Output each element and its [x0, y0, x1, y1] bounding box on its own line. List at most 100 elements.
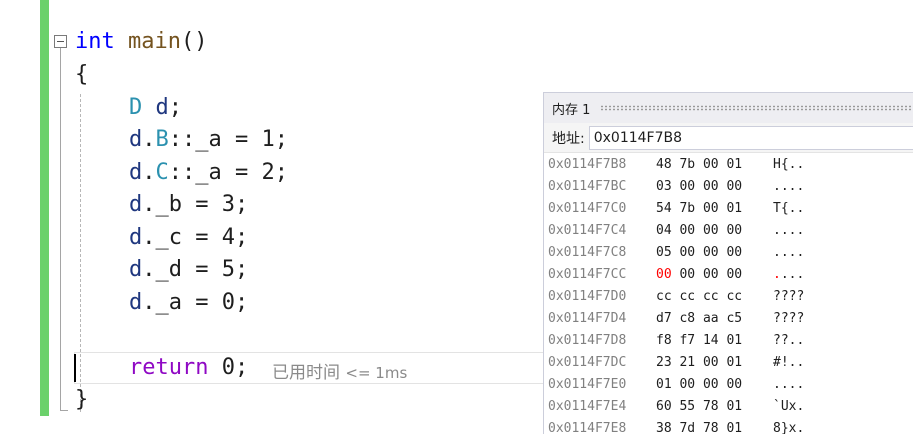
close-brace: }	[75, 387, 89, 412]
memory-address-bar: 地址:	[544, 123, 913, 153]
memory-ascii: T{..	[773, 201, 805, 216]
parens: ()	[180, 29, 208, 54]
address-label: 地址:	[552, 130, 585, 147]
memory-bytes: 01 00 00 00	[656, 377, 743, 392]
memory-bytes: d7 c8 aa c5	[656, 311, 743, 326]
perf-tip-value: <= 1ms	[345, 364, 408, 382]
member-dot: .	[142, 160, 156, 185]
code-line-signature: int main()	[75, 26, 207, 58]
changed-ascii-char: .	[773, 267, 781, 282]
memory-bytes: cc cc cc cc	[656, 289, 743, 304]
variable-name: d	[155, 95, 169, 120]
memory-address: 0x0114F7C4	[548, 223, 627, 238]
memory-bytes: 00 00 00 00	[656, 267, 743, 282]
memory-address: 0x0114F7E8	[548, 421, 627, 434]
memory-bytes: f8 f7 14 01	[656, 333, 743, 348]
assignment-text: ::_a = 1;	[168, 127, 288, 152]
memory-address: 0x0114F7C0	[548, 201, 627, 216]
memory-window-titlebar[interactable]: 内存 1	[544, 93, 913, 123]
keyword-int: int	[75, 29, 115, 54]
outline-fold-line	[60, 48, 61, 411]
outline-fold-end	[60, 410, 68, 411]
assignment-text: ._c = 4;	[142, 225, 249, 250]
memory-ascii: ????	[773, 289, 805, 304]
variable-name: d	[129, 160, 143, 185]
member-dot: .	[142, 127, 156, 152]
memory-row: 0x0114F7E0 01 00 00 00....	[544, 374, 913, 396]
code-line-return: return 0;	[129, 352, 248, 384]
open-brace: {	[75, 62, 89, 87]
memory-row: 0x0114F7BC 03 00 00 00....	[544, 176, 913, 198]
assignment-text: ._d = 5;	[142, 257, 249, 282]
memory-ascii: ????	[773, 311, 805, 326]
memory-row: 0x0114F7E4 60 55 78 01 `Ux.	[544, 396, 913, 418]
memory-bytes: 54 7b 00 01	[656, 201, 743, 216]
semicolon: ;	[168, 95, 182, 120]
memory-address: 0x0114F7CC	[548, 267, 627, 282]
perf-tip[interactable]: 已用时间 <= 1ms	[272, 358, 407, 383]
memory-bytes: 60 55 78 01	[656, 399, 743, 414]
memory-row: 0x0114F7D8 f8 f7 14 01??..	[544, 330, 913, 352]
memory-row: 0x0114F7DC 23 21 00 01 #!..	[544, 352, 913, 374]
code-line-open-brace: {	[75, 59, 88, 91]
memory-window[interactable]: 内存 1 地址: 0x0114F7B8 48 7b 00 01 H{.. 0x011…	[543, 92, 913, 434]
assignment-text: ._b = 3;	[142, 192, 249, 217]
memory-bytes: 05 00 00 00	[656, 245, 743, 260]
memory-ascii: #!..	[773, 355, 805, 370]
memory-row: 0x0114F7B8 48 7b 00 01 H{..	[544, 154, 913, 176]
code-line-assign-c-member: d._c = 4;	[129, 222, 248, 254]
memory-rows[interactable]: 0x0114F7B8 48 7b 00 01 H{.. 0x0114F7BC 03 0…	[544, 154, 913, 434]
memory-ascii: ??..	[773, 333, 805, 348]
variable-name: d	[129, 192, 143, 217]
memory-bytes: 38 7d 78 01	[656, 421, 743, 434]
type-name: C	[155, 160, 169, 185]
memory-address: 0x0114F7C8	[548, 245, 627, 260]
variable-name: d	[129, 257, 143, 282]
memory-address: 0x0114F7B8	[548, 157, 627, 172]
text-caret	[74, 354, 76, 382]
code-line-assign-c: d.C::_a = 2;	[129, 157, 288, 189]
memory-ascii: ....	[773, 179, 805, 194]
keyword-return: return	[129, 355, 209, 380]
memory-window-title: 内存 1	[552, 102, 591, 118]
memory-row: 0x0114F7D4 d7 c8 aa c5????	[544, 308, 913, 330]
code-line-assign-b: d.B::_a = 1;	[129, 124, 288, 156]
memory-row-changed: 0x0114F7CC 00 00 00 00....	[544, 264, 913, 286]
code-line-assign-d-member: d._d = 5;	[129, 254, 248, 286]
change-tracking-bar	[40, 0, 49, 416]
memory-row: 0x0114F7C0 54 7b 00 01 T{..	[544, 198, 913, 220]
memory-row: 0x0114F7C4 04 00 00 00....	[544, 220, 913, 242]
code-line-assign-a-member: d._a = 0;	[129, 287, 248, 319]
collapse-icon[interactable]	[54, 35, 67, 48]
memory-bytes: 48 7b 00 01	[656, 157, 743, 172]
code-line-close-brace: }	[75, 384, 88, 416]
address-input[interactable]	[588, 125, 913, 150]
memory-bytes: 23 21 00 01	[656, 355, 743, 370]
drag-grip[interactable]	[600, 105, 913, 111]
memory-ascii: ....	[773, 377, 805, 392]
memory-row: 0x0114F7D0 cc cc cc cc????	[544, 286, 913, 308]
memory-address: 0x0114F7D4	[548, 311, 627, 326]
perf-tip-label: 已用时间	[272, 363, 340, 383]
assignment-text: ._a = 0;	[142, 290, 249, 315]
memory-ascii: `Ux.	[773, 399, 805, 414]
memory-address: 0x0114F7D8	[548, 333, 627, 348]
variable-name: d	[129, 290, 143, 315]
memory-bytes: 03 00 00 00	[656, 179, 743, 194]
memory-row: 0x0114F7C8 05 00 00 00....	[544, 242, 913, 264]
return-value: 0;	[208, 355, 249, 380]
code-line-assign-b-member: d._b = 3;	[129, 189, 248, 221]
memory-address: 0x0114F7E4	[548, 399, 627, 414]
memory-address: 0x0114F7D0	[548, 289, 627, 304]
memory-address: 0x0114F7DC	[548, 355, 627, 370]
type-name: D	[129, 95, 143, 120]
memory-address: 0x0114F7E0	[548, 377, 627, 392]
memory-ascii: ....	[773, 245, 805, 260]
type-name: B	[155, 127, 169, 152]
code-line-declaration: D d;	[129, 92, 182, 124]
changed-byte: 00	[656, 267, 672, 282]
memory-bytes: 04 00 00 00	[656, 223, 743, 238]
memory-address: 0x0114F7BC	[548, 179, 627, 194]
function-name: main	[128, 29, 181, 54]
memory-ascii: H{..	[773, 157, 805, 172]
